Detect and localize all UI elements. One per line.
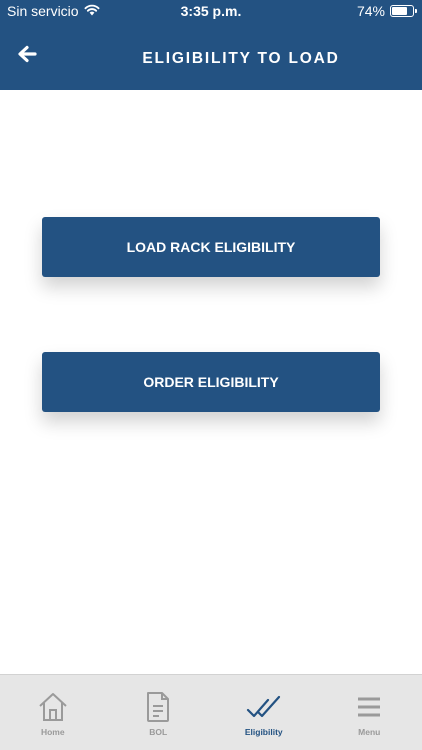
wifi-icon bbox=[84, 3, 100, 19]
load-rack-eligibility-button[interactable]: LOAD RACK ELIGIBILITY bbox=[42, 217, 380, 277]
double-check-icon bbox=[211, 691, 317, 723]
tab-label: BOL bbox=[149, 727, 168, 737]
order-eligibility-button[interactable]: ORDER ELIGIBILITY bbox=[42, 352, 380, 412]
tab-bol[interactable]: BOL bbox=[106, 675, 212, 750]
bottom-tab-bar: Home BOL Eligibility Menu bbox=[0, 674, 422, 750]
app-header: Sin servicio 3:35 p.m. 74% ELIGIBILITY T… bbox=[0, 0, 422, 90]
battery-percentage: 74% bbox=[356, 3, 385, 19]
tab-label: Home bbox=[40, 727, 65, 737]
battery-level bbox=[392, 7, 407, 15]
status-bar: Sin servicio 3:35 p.m. 74% bbox=[0, 0, 422, 24]
tab-home[interactable]: Home bbox=[0, 675, 106, 750]
document-icon bbox=[106, 691, 212, 723]
hamburger-menu-icon bbox=[317, 691, 422, 723]
tab-label: Menu bbox=[358, 727, 381, 737]
carrier-label: Sin servicio bbox=[7, 3, 79, 19]
back-button[interactable] bbox=[12, 42, 42, 70]
tab-label: Eligibility bbox=[244, 727, 283, 737]
tab-menu[interactable]: Menu bbox=[317, 675, 422, 750]
tab-eligibility[interactable]: Eligibility bbox=[211, 675, 317, 750]
home-icon bbox=[0, 691, 106, 723]
page-title: ELIGIBILITY TO LOAD bbox=[142, 50, 340, 67]
battery-icon bbox=[390, 5, 417, 17]
arrow-left-icon bbox=[17, 45, 37, 68]
